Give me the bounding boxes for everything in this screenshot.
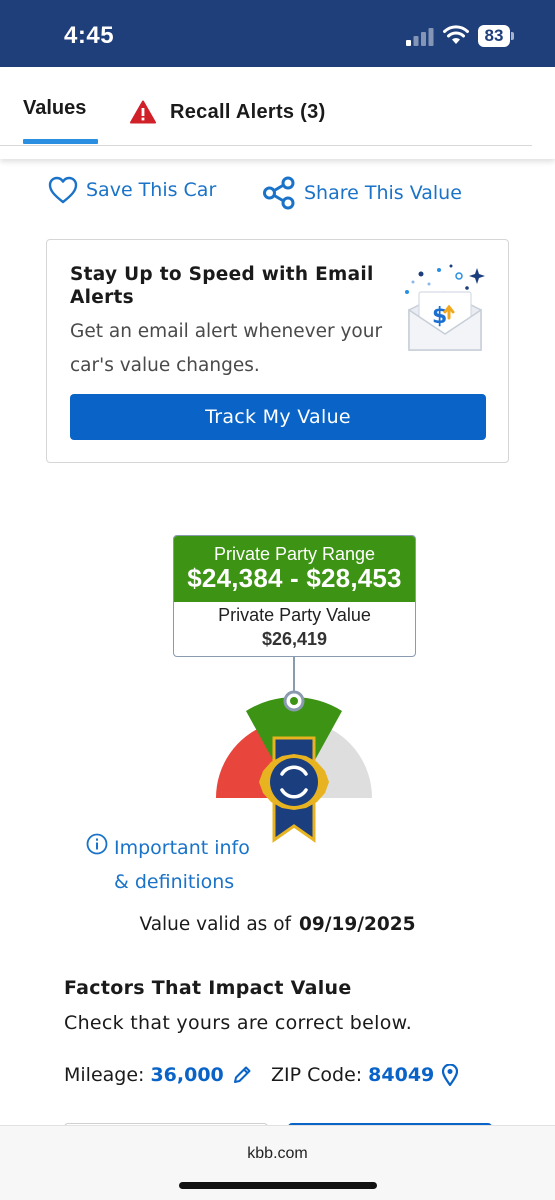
share-value-label: Share This Value [304,182,462,204]
track-my-value-button[interactable]: Track My Value [70,394,486,440]
status-time: 4:45 [64,22,115,49]
home-indicator[interactable] [179,1182,377,1189]
wifi-icon [443,25,469,44]
private-party-range-banner: Private Party Range $24,384 - $28,453 [174,536,415,602]
tab-bar: Values Recall Alerts (3) [0,67,555,159]
info-icon [86,833,108,855]
warning-icon [130,100,156,124]
tab-recall-label: Recall Alerts (3) [170,100,326,123]
browser-url[interactable]: kbb.com [0,1145,555,1163]
important-info-line1: Important info [114,837,250,859]
save-car-button[interactable]: Save This Car [48,176,216,204]
pencil-icon [233,1066,251,1083]
private-party-value-box: Private Party Range $24,384 - $28,453 Pr… [173,535,416,657]
email-alert-title: Stay Up to Speed with Email Alerts [70,264,374,308]
private-party-value-amount: $26,419 [261,629,328,649]
private-party-range-value: $24,384 - $28,453 [187,563,402,593]
email-alert-description: Get an email alert whenever your car's v… [70,321,383,376]
save-car-label: Save This Car [86,179,217,201]
value-valid-label: Value valid as of [139,914,292,935]
private-party-range-label: Private Party Range [213,544,376,564]
tab-recall-alerts[interactable]: Recall Alerts (3) [130,97,326,127]
value-gauge [215,656,373,843]
location-pin-icon [442,1064,459,1086]
main-content: Save This Car Share This Value Stay Up t… [0,159,555,1125]
zip-code-field[interactable]: ZIP Code: 84049 [271,1064,459,1086]
mileage-field[interactable]: Mileage: 36,000 [64,1064,252,1086]
factors-subtitle: Check that yours are correct below. [64,1012,413,1034]
tab-divider [0,145,532,146]
battery-level: 83 [478,25,510,47]
browser-address-bar: kbb.com [0,1125,555,1200]
tab-values[interactable]: Values [23,97,86,120]
zip-code-value: 84049 [368,1064,435,1086]
value-valid-date: 09/19/2025 [299,914,416,935]
active-tab-indicator [23,139,98,144]
factors-title: Factors That Impact Value [64,977,352,999]
value-validity: Value valid as of 09/19/2025 [0,914,555,935]
svg-text:$: $ [432,304,447,329]
email-alert-illustration: $ [405,264,485,351]
share-icon [263,176,295,210]
email-alert-card: Stay Up to Speed with Email Alerts Get a… [46,239,509,463]
zip-code-label: ZIP Code: [271,1064,363,1086]
battery-icon: 83 [478,25,514,47]
status-bar: 4:45 83 [0,0,555,67]
mileage-value: 36,000 [150,1064,224,1086]
important-info-line2: & definitions [114,871,235,893]
signal-icon [406,28,434,46]
share-value-button[interactable]: Share This Value [262,176,462,210]
private-party-value-label: Private Party Value [218,605,371,625]
important-info-link[interactable]: Important info & definitions [86,831,286,899]
mileage-label: Mileage: [64,1064,145,1086]
heart-icon [48,176,78,204]
